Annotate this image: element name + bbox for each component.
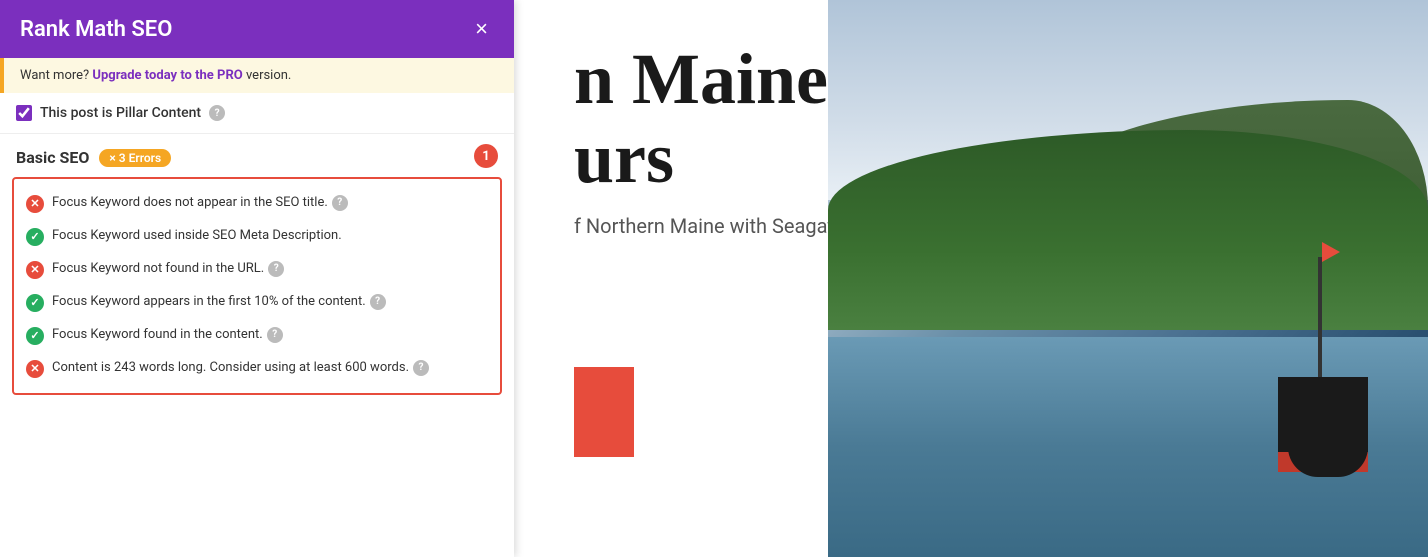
background-image [828,0,1428,557]
check-text-label: Content is 243 words long. Consider usin… [52,359,409,377]
pillar-content-label: This post is Pillar Content [40,105,201,121]
check-text-label: Focus Keyword appears in the first 10% o… [52,293,366,311]
error-icon: ✕ [26,195,44,213]
check-help-icon[interactable]: ? [268,261,284,277]
check-help-icon[interactable]: ? [332,195,348,211]
error-icon: ✕ [26,261,44,279]
panel-body: Want more? Upgrade today to the PRO vers… [0,58,514,557]
main-content-area: n Maine urs f Northern Maine with Seagat… [514,0,1428,557]
boat-flag [1322,242,1340,262]
boat-illustration [1268,297,1388,477]
errors-badge: × 3 Errors [99,149,171,167]
check-item: ✓ Focus Keyword found in the content. ? [14,319,500,352]
success-icon: ✓ [26,327,44,345]
check-text-label: Focus Keyword does not appear in the SEO… [52,194,328,212]
notification-badge: 1 [474,144,498,168]
upgrade-text-before: Want more? [20,68,92,83]
upgrade-banner: Want more? Upgrade today to the PRO vers… [0,58,514,93]
error-icon: ✕ [26,360,44,378]
check-text-label: Focus Keyword not found in the URL. [52,260,264,278]
basic-seo-section-header: Basic SEO × 3 Errors 1 [0,134,514,177]
seo-checks-list: ✕ Focus Keyword does not appear in the S… [12,177,502,395]
check-item: ✕ Focus Keyword does not appear in the S… [14,187,500,220]
close-button[interactable]: × [469,16,494,42]
pillar-content-row: This post is Pillar Content ? [0,93,514,134]
article-title-line2: urs [574,118,674,198]
article-title-line1: n Maine [574,39,828,119]
pillar-help-icon[interactable]: ? [209,105,225,121]
check-item: ✓ Focus Keyword appears in the first 10%… [14,286,500,319]
check-text-label: Focus Keyword found in the content. [52,326,263,344]
check-item: ✕ Focus Keyword not found in the URL. ? [14,253,500,286]
panel-title: Rank Math SEO [20,17,172,42]
panel-header: Rank Math SEO × [0,0,514,58]
check-item: ✕ Content is 243 words long. Consider us… [14,352,500,385]
pillar-content-checkbox[interactable] [16,105,32,121]
basic-seo-title: Basic SEO [16,148,89,167]
success-icon: ✓ [26,294,44,312]
success-icon: ✓ [26,228,44,246]
upgrade-link[interactable]: Upgrade today to the PRO [92,68,242,83]
check-item: ✓ Focus Keyword used inside SEO Meta Des… [14,220,500,253]
check-help-icon[interactable]: ? [267,327,283,343]
boat-mast [1318,257,1322,377]
rank-math-panel: Rank Math SEO × Want more? Upgrade today… [0,0,514,557]
check-text-label: Focus Keyword used inside SEO Meta Descr… [52,227,488,245]
boat-hull [1288,447,1368,477]
red-decorative-block [574,367,634,457]
check-help-icon[interactable]: ? [370,294,386,310]
errors-badge-label: × 3 Errors [109,151,161,165]
boat-body [1278,377,1368,457]
check-help-icon[interactable]: ? [413,360,429,376]
upgrade-text-after: version. [243,68,292,83]
